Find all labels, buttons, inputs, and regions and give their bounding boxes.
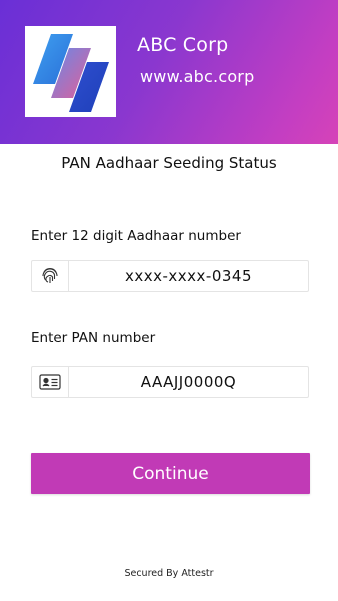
fingerprint-icon bbox=[32, 261, 69, 291]
footer-secured-text: Secured By Attestr bbox=[124, 568, 214, 579]
aadhaar-input[interactable]: xxxx-xxxx-0345 bbox=[69, 261, 308, 291]
page-title: PAN Aadhaar Seeding Status bbox=[61, 154, 277, 172]
header-banner: ABC Corp www.abc.corp bbox=[0, 0, 338, 144]
abc-corp-logo-icon bbox=[33, 34, 109, 112]
continue-button[interactable]: Continue bbox=[31, 453, 310, 494]
aadhaar-field[interactable]: xxxx-xxxx-0345 bbox=[31, 260, 309, 292]
pan-label: Enter PAN number bbox=[31, 330, 156, 346]
id-card-icon bbox=[32, 367, 69, 397]
aadhaar-label: Enter 12 digit Aadhaar number bbox=[31, 228, 241, 244]
pan-field[interactable]: AAAJJ0000Q bbox=[31, 366, 309, 398]
company-logo bbox=[25, 26, 116, 117]
pan-input[interactable]: AAAJJ0000Q bbox=[69, 367, 308, 397]
company-url: www.abc.corp bbox=[140, 67, 255, 86]
company-name: ABC Corp bbox=[137, 34, 229, 56]
